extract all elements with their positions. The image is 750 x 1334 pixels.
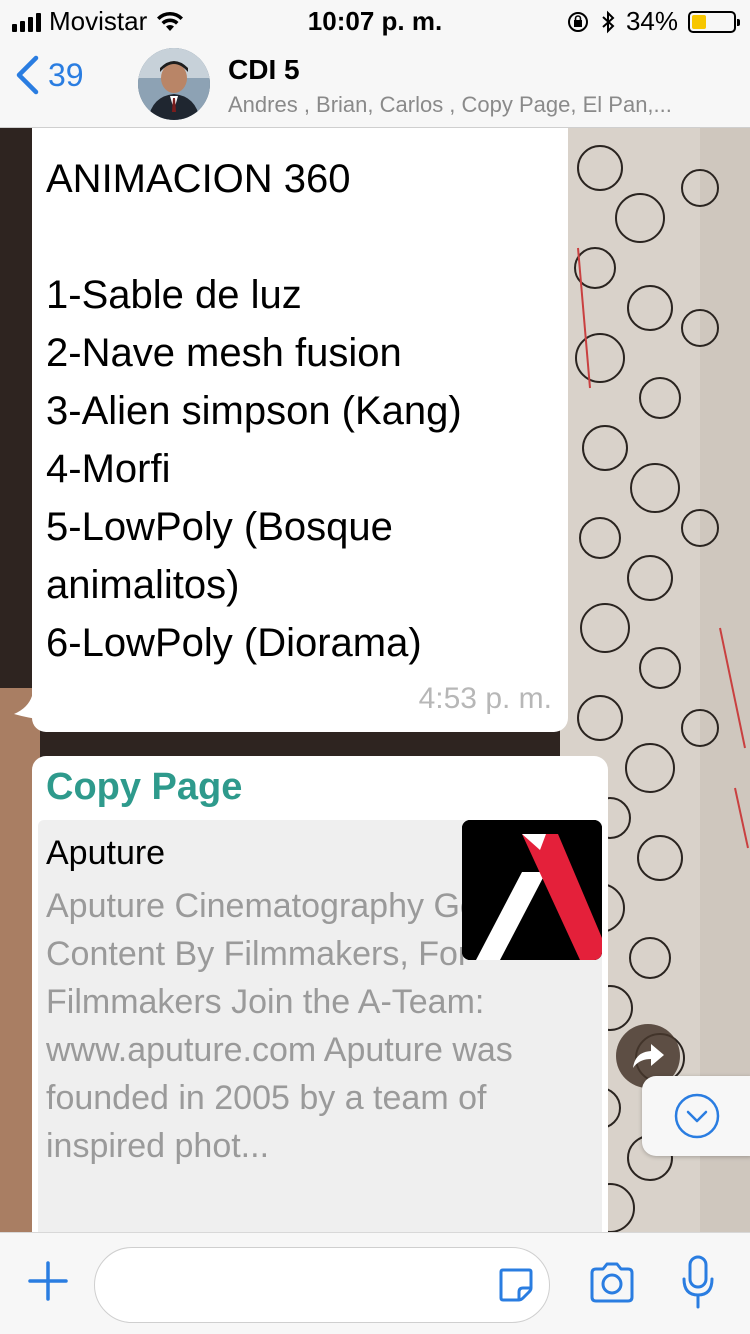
message-bubble-link[interactable]: Copy Page Aputure Aputure Cinematography…	[32, 756, 608, 1232]
avatar-photo	[138, 48, 210, 120]
list-item: 3-Alien simpson (Kang)	[46, 389, 462, 433]
preview-title: Aputure	[46, 834, 166, 872]
bluetooth-icon	[602, 10, 615, 33]
chevron-left-icon	[16, 55, 39, 95]
back-button[interactable]: 39	[14, 54, 84, 96]
chat-header: 39 CDI 5 Andres , Brian, Carlos , Copy P…	[0, 40, 750, 128]
message-input-field[interactable]	[94, 1247, 550, 1323]
scroll-to-bottom-button[interactable]	[642, 1076, 750, 1156]
group-avatar[interactable]	[138, 48, 210, 120]
list-item: 1-Sable de luz	[46, 273, 302, 317]
message-bubble-list[interactable]: ANIMACION 360 1-Sable de luz 2-Nave mesh…	[32, 128, 568, 732]
preview-thumbnail[interactable]	[462, 820, 602, 960]
list-item: 6-LowPoly (Diorama)	[46, 621, 422, 665]
chat-area[interactable]: ANIMACION 360 1-Sable de luz 2-Nave mesh…	[0, 128, 750, 1232]
battery-percent: 34%	[625, 6, 678, 36]
status-right: 34%	[566, 6, 740, 37]
list-item: 2-Nave mesh fusion	[46, 331, 402, 375]
message-title: ANIMACION 360	[46, 157, 351, 201]
aputure-logo	[462, 820, 602, 960]
forward-icon	[633, 1044, 664, 1068]
battery-fill	[692, 14, 706, 29]
orientation-lock-icon	[567, 11, 588, 32]
chat-title[interactable]: CDI 5	[228, 54, 300, 86]
list-item: 5-LowPoly (Bosque	[46, 505, 393, 549]
list-item: animalitos)	[46, 563, 240, 607]
chat-participants[interactable]: Andres , Brian, Carlos , Copy Page, El P…	[228, 92, 728, 118]
battery-icon	[688, 10, 740, 33]
unread-count: 39	[48, 56, 84, 93]
status-bar: Movistar 10:07 p. m. 34%	[0, 0, 750, 40]
chevron-down-circle-icon	[674, 1093, 720, 1139]
link-preview[interactable]: Aputure Aputure Cinematography Gear and …	[38, 820, 602, 1232]
input-bar	[0, 1232, 750, 1334]
message-input[interactable]	[117, 1266, 497, 1306]
microphone-icon[interactable]	[680, 1255, 716, 1311]
list-item: 4-Morfi	[46, 447, 171, 491]
plus-icon[interactable]	[26, 1259, 70, 1303]
sticker-icon[interactable]	[497, 1266, 535, 1304]
message-time: 4:53 p. m.	[418, 682, 552, 715]
camera-icon[interactable]	[588, 1261, 636, 1305]
sender-name[interactable]: Copy Page	[46, 766, 242, 809]
